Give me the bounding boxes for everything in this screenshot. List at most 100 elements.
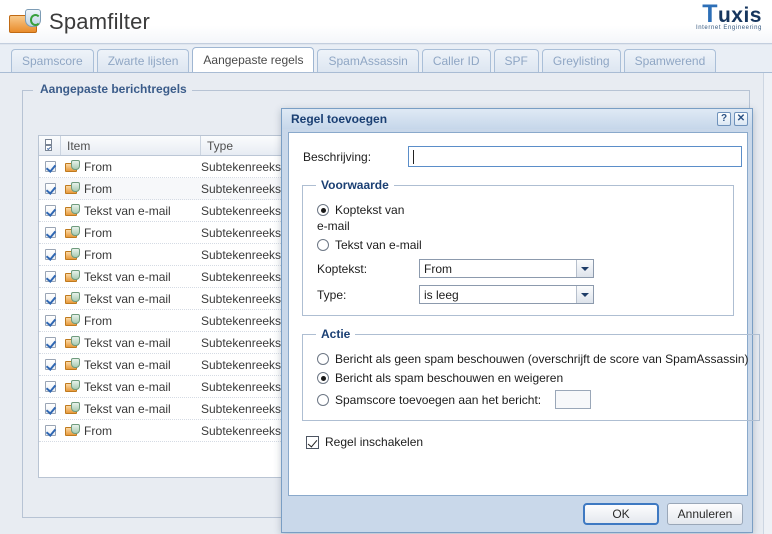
- enable-rule-checkbox[interactable]: [306, 435, 319, 449]
- cell-item: Tekst van e-mail: [61, 402, 201, 416]
- mail-rule-icon: [65, 402, 80, 415]
- mail-rule-icon: [65, 270, 80, 283]
- cell-item-text: From: [84, 313, 112, 328]
- mail-rule-icon: [65, 182, 80, 195]
- row-checkbox[interactable]: [39, 249, 61, 260]
- row-checkbox[interactable]: [39, 315, 61, 326]
- row-checkbox[interactable]: [39, 359, 61, 370]
- type-select-value: is leeg: [424, 287, 459, 302]
- cell-item: Tekst van e-mail: [61, 380, 201, 394]
- select-all-checkbox[interactable]: [39, 136, 61, 155]
- page-title: Spamfilter: [49, 8, 151, 34]
- mail-rule-icon: [65, 380, 80, 393]
- action-legend: Actie: [321, 327, 351, 341]
- checkbox-icon: [44, 161, 56, 172]
- tab-spamwerend[interactable]: Spamwerend: [623, 49, 717, 72]
- radio-icon-not-spam: [317, 353, 329, 365]
- radio-header-label: Koptekst van: [335, 203, 405, 217]
- cell-item-text: Tekst van e-mail: [84, 291, 171, 306]
- checkbox-icon: [44, 249, 56, 260]
- radio-body-of-email[interactable]: Tekst van e-mail: [317, 238, 723, 252]
- mail-rule-icon: [65, 314, 80, 327]
- dialog-titlebar[interactable]: Regel toevoegen ? ✕: [282, 109, 752, 129]
- mail-rule-icon: [65, 204, 80, 217]
- select-all-icon: [45, 139, 54, 152]
- tab-aangepaste-regels[interactable]: Aangepaste regels: [192, 47, 315, 72]
- type-select[interactable]: is leeg: [419, 285, 594, 304]
- cell-item: From: [61, 314, 201, 328]
- cell-item: Tekst van e-mail: [61, 358, 201, 372]
- column-header-item[interactable]: Item: [61, 136, 201, 155]
- tab-spamassassin[interactable]: SpamAssassin: [317, 49, 419, 72]
- radio-body-label: Tekst van e-mail: [335, 238, 422, 252]
- radio-header-of-email[interactable]: Koptekst van: [317, 203, 723, 217]
- enable-rule-row[interactable]: Regel inschakelen: [306, 435, 747, 449]
- row-checkbox[interactable]: [39, 227, 61, 238]
- row-checkbox[interactable]: [39, 271, 61, 282]
- radio-add-score[interactable]: Spamscore toevoegen aan het bericht:: [317, 390, 749, 409]
- header-select-value: From: [424, 261, 452, 276]
- row-checkbox[interactable]: [39, 425, 61, 436]
- condition-fieldset: Voorwaarde Koptekst van e-mail Tekst van…: [302, 178, 734, 316]
- mail-rule-icon: [65, 226, 80, 239]
- brand-logo: Tuxis Internet Engineering: [652, 0, 762, 41]
- cell-item-text: From: [84, 423, 112, 438]
- radio-icon-add-score: [317, 393, 329, 406]
- chevron-down-icon[interactable]: [576, 260, 593, 277]
- dialog-footer: OK Annuleren: [282, 496, 752, 532]
- mail-rule-icon: [65, 160, 80, 173]
- cell-item-text: Tekst van e-mail: [84, 203, 171, 218]
- row-checkbox[interactable]: [39, 337, 61, 348]
- close-icon[interactable]: ✕: [734, 112, 748, 126]
- radio-not-spam[interactable]: Bericht als geen spam beschouwen (oversc…: [317, 352, 749, 366]
- cell-item-text: From: [84, 225, 112, 240]
- panel-legend: Aangepaste berichtregels: [35, 82, 192, 96]
- page-scrollbar[interactable]: [763, 73, 772, 534]
- row-checkbox[interactable]: [39, 381, 61, 392]
- description-input[interactable]: [408, 146, 742, 167]
- row-checkbox[interactable]: [39, 403, 61, 414]
- radio-icon-body: [317, 239, 329, 251]
- mail-rule-icon: [65, 292, 80, 305]
- row-checkbox[interactable]: [39, 183, 61, 194]
- cell-item: Tekst van e-mail: [61, 292, 201, 306]
- radio-spam-reject[interactable]: Bericht als spam beschouwen en weigeren: [317, 371, 749, 385]
- description-row: Beschrijving:: [303, 146, 747, 167]
- tab-greylisting[interactable]: Greylisting: [541, 49, 621, 72]
- enable-rule-label: Regel inschakelen: [325, 435, 424, 449]
- cell-item: Tekst van e-mail: [61, 204, 201, 218]
- header-select-label: Koptekst:: [317, 261, 368, 276]
- header-select[interactable]: From: [419, 259, 594, 278]
- checkbox-icon: [44, 227, 56, 238]
- spamscore-input[interactable]: [555, 390, 592, 409]
- mail-rule-icon: [65, 358, 80, 371]
- radio-icon-spam-reject: [317, 372, 329, 384]
- help-icon[interactable]: ?: [717, 112, 731, 126]
- cell-item-text: Tekst van e-mail: [84, 357, 171, 372]
- condition-legend: Voorwaarde: [321, 178, 389, 192]
- ok-button[interactable]: OK: [583, 503, 659, 525]
- app-header: Spamfilter Tuxis Internet Engineering: [0, 0, 772, 44]
- row-checkbox[interactable]: [39, 293, 61, 304]
- brand-initial: T: [702, 0, 718, 28]
- dialog-title: Regel toevoegen: [291, 112, 388, 126]
- tab-spamscore[interactable]: Spamscore: [11, 49, 94, 72]
- cell-item-text: From: [84, 247, 112, 262]
- type-select-row: Type: is leeg: [317, 285, 723, 304]
- radio-spam-reject-label: Bericht als spam beschouwen en weigeren: [335, 371, 564, 385]
- row-checkbox[interactable]: [39, 161, 61, 172]
- cancel-button[interactable]: Annuleren: [667, 503, 743, 525]
- tab-zwarte-lijsten[interactable]: Zwarte lijsten: [96, 49, 190, 72]
- mail-rule-icon: [65, 336, 80, 349]
- cell-item: Tekst van e-mail: [61, 270, 201, 284]
- tab-spf[interactable]: SPF: [493, 49, 539, 72]
- radio-add-score-label: Spamscore toevoegen aan het bericht:: [335, 392, 542, 407]
- type-select-label: Type:: [317, 287, 347, 302]
- chevron-down-icon[interactable]: [576, 286, 593, 303]
- row-checkbox[interactable]: [39, 205, 61, 216]
- cell-item: From: [61, 182, 201, 196]
- checkbox-icon: [44, 183, 56, 194]
- tab-caller-id[interactable]: Caller ID: [421, 49, 491, 72]
- checkbox-icon: [44, 293, 56, 304]
- cell-item: From: [61, 248, 201, 262]
